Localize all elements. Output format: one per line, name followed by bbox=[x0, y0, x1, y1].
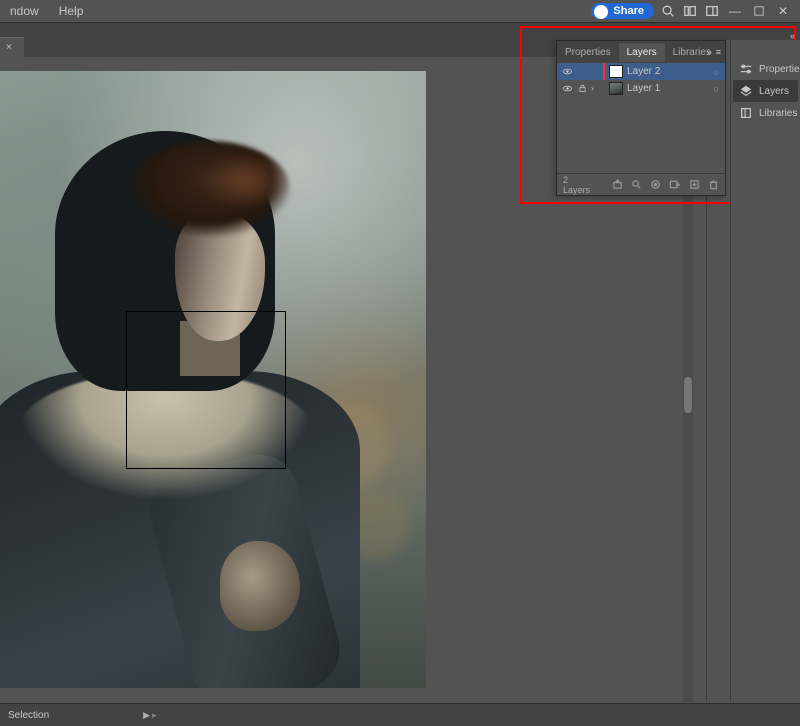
chevron-right-icon[interactable]: ▶ bbox=[143, 710, 150, 721]
search-icon[interactable] bbox=[660, 3, 676, 19]
share-layer-icon[interactable] bbox=[611, 179, 622, 191]
minimize-button[interactable]: — bbox=[726, 4, 744, 18]
strip-item-properties[interactable]: Properties bbox=[733, 58, 798, 80]
expand-chevron-icon[interactable]: › bbox=[591, 84, 599, 93]
strip-label: Layers bbox=[759, 86, 789, 97]
layers-panel: Properties Layers Libraries » ≡ Layer 2 … bbox=[556, 40, 726, 196]
visibility-toggle[interactable] bbox=[561, 83, 573, 94]
layer-accent bbox=[603, 63, 605, 80]
panel-menu-icon[interactable]: ≡ bbox=[716, 47, 721, 57]
layer-row[interactable]: Layer 2 ○ bbox=[557, 63, 725, 80]
delete-layer-icon[interactable] bbox=[708, 179, 719, 191]
close-window-button[interactable]: ✕ bbox=[774, 4, 792, 18]
visibility-toggle[interactable] bbox=[561, 66, 573, 77]
new-sublayer-icon[interactable] bbox=[669, 179, 680, 191]
layer-options-icon[interactable] bbox=[650, 179, 661, 191]
strip-label: Properties bbox=[759, 64, 800, 75]
strip-label: Libraries bbox=[759, 108, 797, 119]
find-layer-icon[interactable] bbox=[631, 179, 642, 191]
layer-target-icon[interactable]: ○ bbox=[714, 67, 719, 77]
panel-tab-properties[interactable]: Properties bbox=[557, 43, 619, 62]
frame-layout-icon[interactable] bbox=[704, 3, 720, 19]
layer-count-label: 2 Layers bbox=[563, 175, 595, 195]
panel-expand-icon[interactable]: » bbox=[707, 47, 712, 57]
layer-thumbnail[interactable] bbox=[609, 65, 623, 78]
panel-tabs: Properties Layers Libraries » ≡ bbox=[557, 41, 725, 63]
share-button[interactable]: Share bbox=[591, 3, 654, 19]
status-nav[interactable]: ▶ ▸ bbox=[143, 710, 156, 721]
strip-item-libraries[interactable]: Libraries bbox=[733, 102, 798, 124]
layer-thumbnail[interactable] bbox=[609, 82, 623, 95]
titlebar-controls: Share — ✕ bbox=[591, 0, 800, 22]
layer-name[interactable]: Layer 1 bbox=[627, 83, 710, 94]
status-bar: Selection ▶ ▸ bbox=[0, 703, 800, 726]
panel-strip-handle[interactable]: « bbox=[733, 32, 798, 40]
status-mode-label: Selection bbox=[8, 710, 49, 721]
layers-panel-footer: 2 Layers bbox=[557, 173, 725, 195]
close-tab-icon[interactable]: × bbox=[6, 42, 12, 53]
layer-target-icon[interactable]: ○ bbox=[714, 84, 719, 94]
panel-tab-layers[interactable]: Layers bbox=[619, 43, 665, 62]
menu-help[interactable]: Help bbox=[49, 1, 94, 21]
scrollbar-thumb[interactable] bbox=[684, 377, 692, 413]
maximize-button[interactable] bbox=[750, 4, 768, 18]
lock-icon[interactable] bbox=[577, 84, 587, 93]
layer-name[interactable]: Layer 2 bbox=[627, 66, 710, 77]
strip-item-layers[interactable]: Layers bbox=[733, 80, 798, 102]
document-image bbox=[0, 71, 426, 688]
document-tab[interactable]: × bbox=[0, 37, 24, 57]
layer-list: Layer 2 ○ › Layer 1 ○ bbox=[557, 63, 725, 173]
workspace-switcher-icon[interactable] bbox=[682, 3, 698, 19]
layer-accent bbox=[603, 80, 605, 97]
new-layer-icon[interactable] bbox=[688, 179, 699, 191]
right-panel-strip: « Properties Layers Libraries bbox=[730, 40, 800, 702]
menu-window[interactable]: ndow bbox=[0, 1, 49, 21]
selection-marquee[interactable] bbox=[126, 311, 286, 469]
chevron-right-small-icon[interactable]: ▸ bbox=[152, 710, 157, 721]
layer-row[interactable]: › Layer 1 ○ bbox=[557, 80, 725, 97]
